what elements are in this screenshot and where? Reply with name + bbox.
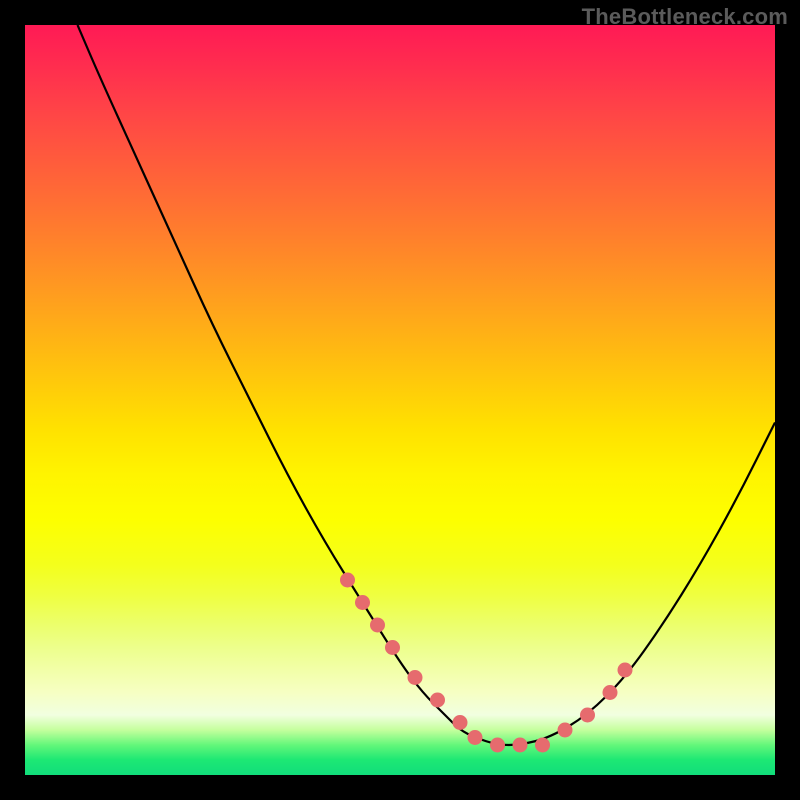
watermark-text: TheBottleneck.com [582,4,788,30]
marker-dot [453,715,468,730]
marker-dot [430,693,445,708]
bottleneck-curve-path [78,25,776,745]
marker-dot [513,738,528,753]
marker-dot [468,730,483,745]
marker-dot [603,685,618,700]
marker-dot [490,738,505,753]
marker-group [340,573,633,753]
marker-dot [535,738,550,753]
marker-dot [385,640,400,655]
chart-container: TheBottleneck.com [0,0,800,800]
marker-dot [355,595,370,610]
marker-dot [340,573,355,588]
plot-area [25,25,775,775]
marker-dot [370,618,385,633]
marker-dot [408,670,423,685]
marker-dot [618,663,633,678]
curve-layer [25,25,775,775]
marker-dot [580,708,595,723]
marker-dot [558,723,573,738]
